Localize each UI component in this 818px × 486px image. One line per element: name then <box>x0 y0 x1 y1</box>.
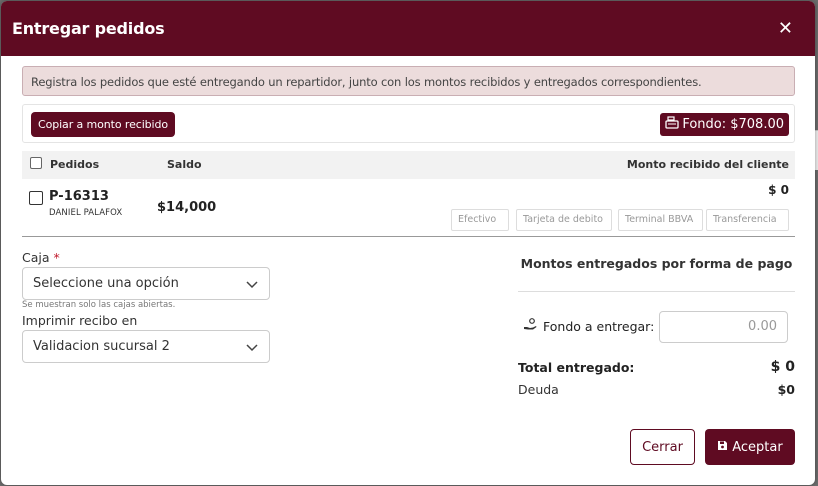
imprimir-select[interactable]: Validacion sucursal 2 <box>22 330 270 363</box>
copy-to-received-button[interactable]: Copiar a monto recibido <box>31 112 176 137</box>
info-alert: Registra los pedidos que esté entregando… <box>22 66 795 96</box>
accept-button-label: Aceptar <box>732 439 783 455</box>
payment-input-efectivo[interactable]: Efectivo <box>451 209 509 231</box>
payment-input-tarjeta-debito[interactable]: Tarjeta de debito <box>516 209 612 231</box>
row-checkbox[interactable] <box>29 191 43 205</box>
caja-label: Caja * <box>22 250 60 265</box>
chevron-down-icon <box>246 281 258 289</box>
cancel-button-label: Cerrar <box>642 439 683 455</box>
order-client: DANIEL PALAFOX <box>49 208 123 218</box>
close-icon[interactable]: ✕ <box>778 19 793 38</box>
fondo-entregar-input[interactable]: 0.00 <box>659 311 788 343</box>
chevron-down-icon <box>246 344 258 352</box>
header-saldo: Saldo <box>167 158 202 171</box>
debt-label: Deuda <box>518 382 559 397</box>
caja-select-value: Seleccione una opción <box>33 276 179 291</box>
modal-title: Entregar pedidos <box>12 19 165 38</box>
payment-input-transferencia[interactable]: Transferencia <box>706 209 789 231</box>
select-all-checkbox[interactable] <box>30 157 42 169</box>
hand-coin-icon <box>523 318 538 334</box>
order-id: P-16313 <box>49 189 109 204</box>
modal-header: Entregar pedidos ✕ <box>1 1 815 56</box>
payment-input-terminal-bbva[interactable]: Terminal BBVA <box>618 209 703 231</box>
summary-title: Montos entregados por forma de pago <box>520 256 793 271</box>
fondo-badge-text: Fondo: $708.00 <box>682 117 784 132</box>
total-label: Total entregado: <box>518 360 635 375</box>
table-row: P-16313 DANIEL PALAFOX $14,000 $ 0 Efect… <box>22 179 795 237</box>
caja-label-text: Caja <box>22 250 50 265</box>
info-alert-text: Registra los pedidos que esté entregando… <box>31 75 702 89</box>
cancel-button[interactable]: Cerrar <box>630 429 695 465</box>
caja-hint: Se muestran solo las cajas abiertas. <box>22 300 176 310</box>
fondo-badge: Fondo: $708.00 <box>660 113 789 136</box>
header-pedidos: Pedidos <box>50 158 100 171</box>
order-received-amount: $ 0 <box>768 183 789 197</box>
copy-to-received-label: Copiar a monto recibido <box>38 118 169 131</box>
order-saldo: $14,000 <box>157 200 217 215</box>
total-value: $ 0 <box>770 359 795 375</box>
header-monto-recibido: Monto recibido del cliente <box>626 158 789 171</box>
caja-select[interactable]: Seleccione una opción <box>22 267 270 300</box>
deliver-orders-modal: Entregar pedidos ✕ Registra los pedidos … <box>1 1 815 485</box>
accept-button[interactable]: Aceptar <box>705 429 795 465</box>
imprimir-label: Imprimir recibo en <box>22 313 138 328</box>
cash-register-icon <box>665 116 679 133</box>
fondo-entregar-placeholder: 0.00 <box>748 319 777 334</box>
debt-value: $0 <box>777 382 795 397</box>
fondo-entregar-text: Fondo a entregar: <box>543 318 655 334</box>
save-icon <box>717 440 728 455</box>
fondo-entregar-label: Fondo a entregar: <box>523 318 654 334</box>
orders-table-header: Pedidos Saldo Monto recibido del cliente <box>22 151 795 179</box>
imprimir-select-value: Validacion sucursal 2 <box>33 339 170 354</box>
required-mark: * <box>53 250 60 265</box>
toolbar: Copiar a monto recibido Fondo: $708.00 <box>22 104 795 143</box>
summary-divider <box>518 291 795 292</box>
